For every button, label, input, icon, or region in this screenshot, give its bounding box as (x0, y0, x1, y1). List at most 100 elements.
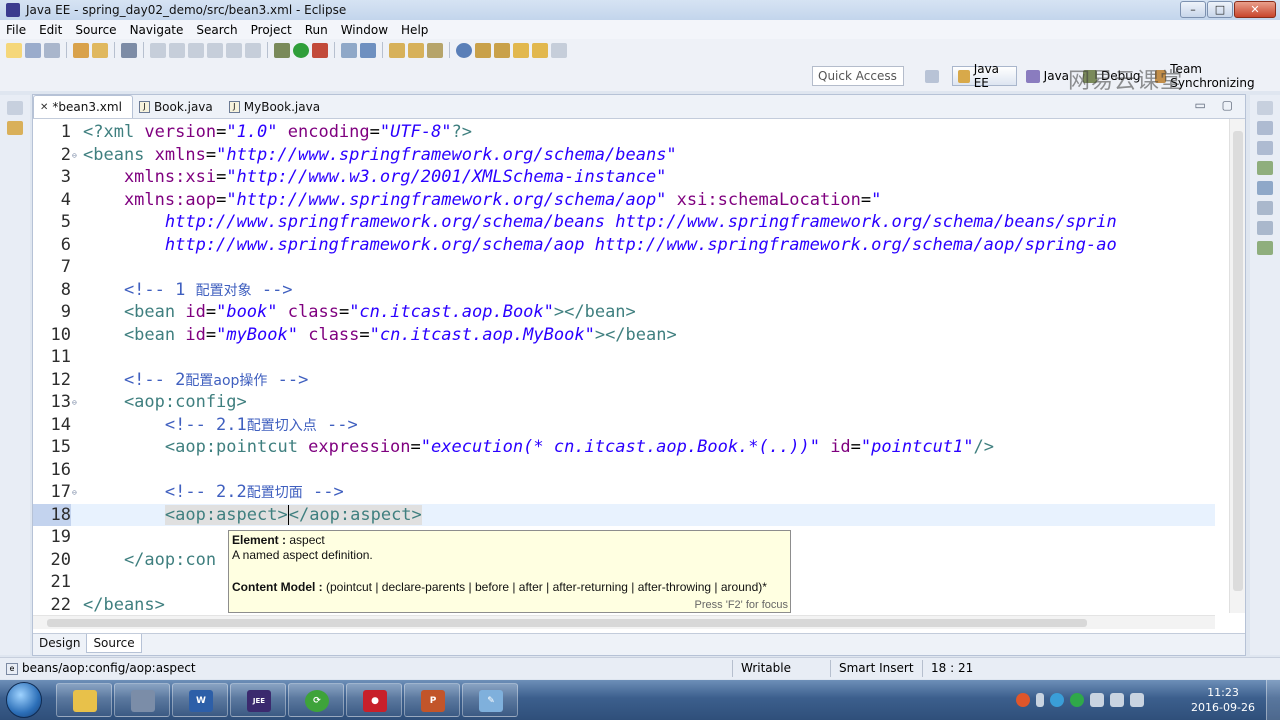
menu-search[interactable]: Search (196, 23, 237, 37)
maximize-button[interactable]: □ (1207, 1, 1233, 18)
menu-file[interactable]: File (6, 23, 26, 37)
taskbar-clock[interactable]: 11:23 2016-09-26 (1190, 685, 1256, 715)
fold-icon[interactable]: ⊖ (72, 151, 80, 160)
perspective-bar: Quick Access Java EE Java Debug Team Syn… (0, 61, 1280, 94)
menu-help[interactable]: Help (401, 23, 428, 37)
taskbar-monitor[interactable] (114, 683, 170, 717)
menu-project[interactable]: Project (251, 23, 292, 37)
close-icon[interactable]: ✕ (40, 102, 48, 113)
pencil-icon[interactable] (427, 42, 443, 58)
outline-icon[interactable] (1257, 121, 1273, 135)
ime-icon[interactable] (1016, 693, 1030, 707)
current-code-line: 18 <aop:aspect></aop:aspect> (33, 503, 1215, 526)
forward-icon[interactable] (551, 42, 567, 58)
tab-source[interactable]: Source (86, 634, 142, 653)
volume-icon[interactable] (1130, 693, 1144, 707)
tab-design[interactable]: Design (33, 634, 86, 652)
tab-mybook-java[interactable]: J MyBook.java (223, 95, 330, 118)
vertical-scrollbar[interactable] (1229, 119, 1245, 613)
properties-icon[interactable] (1257, 181, 1273, 195)
debug-icon[interactable] (274, 42, 290, 58)
code-line: 1 <?xml version="1.0" encoding="UTF-8"?> (33, 121, 1215, 144)
left-trim-stack (0, 95, 30, 655)
quick-access-input[interactable]: Quick Access (812, 66, 904, 86)
servers-icon[interactable] (1257, 201, 1273, 215)
new-server-icon[interactable] (341, 42, 357, 58)
snippets-icon[interactable] (1257, 241, 1273, 255)
project-explorer-icon[interactable] (7, 121, 23, 135)
back-icon[interactable] (532, 42, 548, 58)
save-all-icon[interactable] (44, 42, 60, 58)
open-type-icon[interactable] (92, 42, 108, 58)
last-edit-icon[interactable] (513, 42, 529, 58)
bluetooth-icon[interactable] (1050, 693, 1064, 707)
menu-navigate[interactable]: Navigate (130, 23, 184, 37)
open-project-icon[interactable] (408, 42, 424, 58)
resume-icon[interactable] (150, 42, 166, 58)
menu-source[interactable]: Source (75, 23, 116, 37)
tab-book-java[interactable]: J Book.java (133, 95, 223, 118)
external-tools-icon[interactable] (312, 42, 328, 58)
line-number: 11 (50, 347, 71, 367)
close-window-button[interactable]: ✕ (1234, 1, 1276, 18)
horizontal-scrollbar[interactable] (33, 615, 1215, 629)
clock-date: 2016-09-26 (1191, 701, 1255, 714)
data-source-icon[interactable] (1257, 221, 1273, 235)
display-icon[interactable] (1110, 693, 1124, 707)
main-toolbar (0, 39, 1280, 61)
markers-icon[interactable] (1257, 161, 1273, 175)
perspective-java-ee[interactable]: Java EE (952, 62, 1017, 90)
prev-annotation-icon[interactable] (494, 42, 510, 58)
fold-icon[interactable]: ⊖ (72, 489, 80, 497)
code-line: 7 (33, 256, 1215, 279)
new-icon[interactable] (6, 42, 22, 58)
perspective-label: Java (1043, 69, 1070, 83)
minimize-button[interactable]: – (1180, 1, 1206, 18)
suspend-icon[interactable] (169, 42, 185, 58)
app-status-icon[interactable] (1070, 693, 1084, 707)
taskbar-record[interactable]: ● (346, 683, 402, 717)
taskbar-paint[interactable]: ✎ (462, 683, 518, 717)
taskbar-word[interactable]: W (172, 683, 228, 717)
scrollbar-thumb[interactable] (1233, 131, 1243, 591)
scrollbar-thumb[interactable] (47, 619, 1087, 627)
taskbar-powerpoint[interactable]: P (404, 683, 460, 717)
new-class-icon[interactable] (360, 42, 376, 58)
element-value: aspect (286, 533, 325, 547)
terminate-icon[interactable] (188, 42, 204, 58)
tray-expand-icon[interactable] (1036, 693, 1044, 707)
run-icon[interactable] (293, 42, 309, 58)
globe-icon[interactable] (456, 42, 472, 58)
code-line: 12 <!-- 2配置aop操作 --> (33, 369, 1215, 392)
restore-icon[interactable] (1257, 101, 1273, 115)
save-icon[interactable] (25, 42, 41, 58)
show-desktop-button[interactable] (1266, 680, 1280, 720)
start-button[interactable] (6, 682, 42, 718)
menu-run[interactable]: Run (305, 23, 328, 37)
terminal-icon[interactable] (121, 42, 137, 58)
taskbar-refresh[interactable]: ⟳ (288, 683, 344, 717)
line-number: 19 (50, 527, 71, 547)
build-icon[interactable] (73, 42, 89, 58)
network-icon[interactable] (1090, 693, 1104, 707)
open-folder-icon[interactable] (389, 42, 405, 58)
next-annotation-icon[interactable] (475, 42, 491, 58)
menu-edit[interactable]: Edit (39, 23, 62, 37)
perspective-java[interactable]: Java (1021, 66, 1074, 86)
step-into-icon[interactable] (207, 42, 223, 58)
editor-minmax-controls[interactable]: ▭ ▢ (1195, 98, 1240, 112)
task-list-icon[interactable] (1257, 141, 1273, 155)
line-number: 17 (50, 482, 71, 502)
restore-icon[interactable] (7, 101, 23, 115)
step-over-icon[interactable] (226, 42, 242, 58)
tab-bean3-xml[interactable]: ✕ *bean3.xml (33, 95, 133, 118)
open-perspective-button[interactable] (920, 66, 948, 86)
step-return-icon[interactable] (245, 42, 261, 58)
menu-window[interactable]: Window (341, 23, 388, 37)
taskbar-javaee-ide[interactable]: JEE (230, 683, 286, 717)
taskbar-explorer[interactable] (56, 683, 112, 717)
window-title: Java EE - spring_day02_demo/src/bean3.xm… (26, 3, 347, 17)
content-model-value: (pointcut | declare-parents | before | a… (322, 580, 767, 594)
java-icon (1025, 69, 1040, 83)
fold-icon[interactable]: ⊖ (72, 399, 80, 407)
